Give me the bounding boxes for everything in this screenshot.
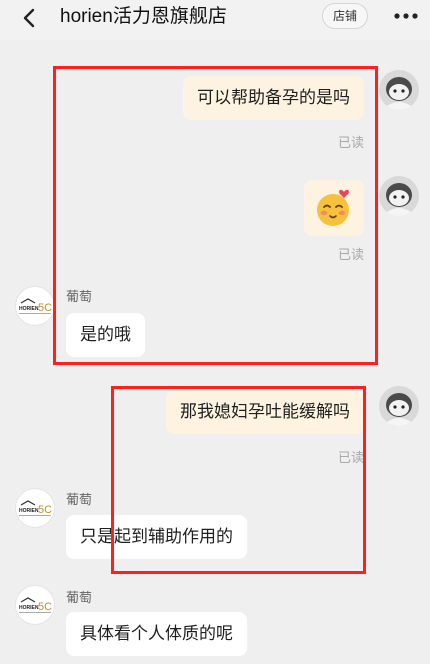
horien-logo-icon: HORIEN 5C <box>19 597 52 613</box>
sender-name: 葡萄 <box>66 590 93 605</box>
shop-avatar[interactable]: HORIEN 5C <box>15 488 55 528</box>
more-options-icon[interactable] <box>392 6 420 26</box>
store-button[interactable]: 店铺 <box>322 3 368 29</box>
shop-avatar[interactable]: HORIEN 5C <box>15 585 55 625</box>
highlight-box <box>111 386 366 574</box>
svg-text:5C: 5C <box>38 504 52 516</box>
highlight-box <box>53 66 378 365</box>
chat-header: horien活力恩旗舰店 店铺 <box>0 0 430 40</box>
sender-name: 葡萄 <box>66 492 93 507</box>
incoming-message[interactable]: 具体看个人体质的呢 <box>66 612 247 656</box>
svg-text:HORIEN: HORIEN <box>19 605 39 611</box>
svg-text:HORIEN: HORIEN <box>19 508 39 514</box>
horien-logo-icon: HORIEN 5C <box>19 500 52 516</box>
user-avatar[interactable] <box>379 176 419 216</box>
user-avatar-icon <box>379 386 419 426</box>
svg-text:5C: 5C <box>38 302 52 314</box>
user-avatar[interactable] <box>379 386 419 426</box>
back-arrow-icon[interactable] <box>20 7 40 29</box>
user-avatar[interactable] <box>379 70 419 110</box>
shop-title: horien活力恩旗舰店 <box>60 6 227 27</box>
horien-logo-icon: HORIEN 5C <box>19 298 52 314</box>
svg-text:5C: 5C <box>38 601 52 613</box>
user-avatar-icon <box>379 70 419 110</box>
shop-avatar[interactable]: HORIEN 5C <box>15 286 55 326</box>
svg-text:HORIEN: HORIEN <box>19 306 39 312</box>
user-avatar-icon <box>379 176 419 216</box>
